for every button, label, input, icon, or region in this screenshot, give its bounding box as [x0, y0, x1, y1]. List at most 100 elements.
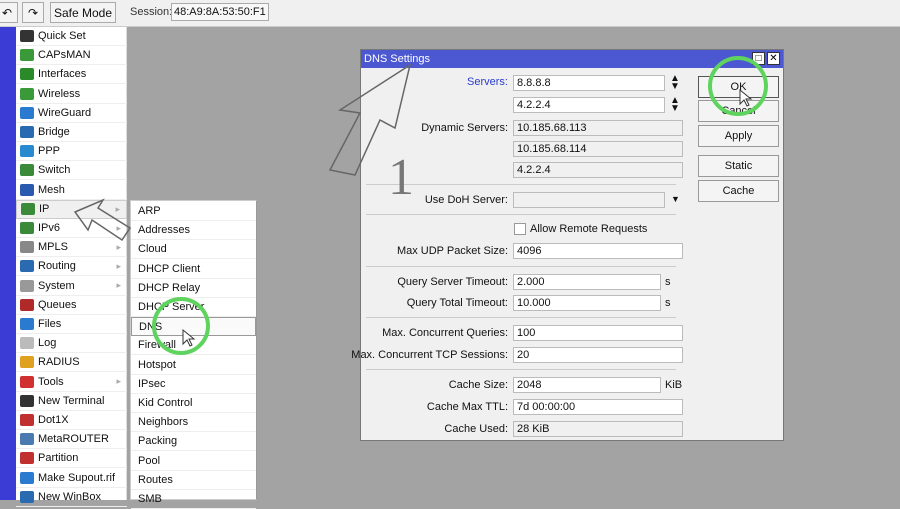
apply-button[interactable]: Apply: [698, 125, 779, 147]
menu-item-ipv6[interactable]: IPv6 ▸: [16, 219, 127, 238]
dropdown-icon[interactable]: ▼: [671, 194, 680, 204]
ok-button[interactable]: OK: [698, 76, 779, 98]
menu-item-quick-set[interactable]: Quick Set: [16, 27, 127, 46]
query-total-timeout-input[interactable]: 10.000: [513, 295, 661, 311]
dns-settings-dialog: DNS Settings □ ✕ Servers: 8.8.8.8 ▲ ▼ 4.2…: [351, 49, 784, 441]
menu-item-label: MetaROUTER: [38, 433, 109, 446]
menu-item-mpls[interactable]: MPLS ▸: [16, 238, 127, 258]
antenna-icon: [20, 49, 34, 62]
menu-item-files[interactable]: Files: [16, 315, 127, 334]
menu-item-metarouter[interactable]: MetaROUTER: [16, 430, 127, 450]
menu-item-label: Bridge: [38, 126, 70, 138]
menu-item-capsman[interactable]: CAPsMAN: [16, 46, 127, 66]
submenu-item-routes[interactable]: Routes: [131, 471, 256, 490]
query-server-timeout-label: Query Server Timeout:: [397, 276, 508, 288]
doh-label: Use DoH Server:: [424, 194, 508, 206]
menu-item-label: Wireless: [38, 87, 81, 100]
unit: KiB: [665, 379, 683, 391]
menu-item-ppp[interactable]: PPP: [16, 142, 127, 162]
menu-item-label: PPP: [38, 145, 61, 158]
menu-item-system[interactable]: System ▸: [16, 277, 127, 296]
query-server-timeout-input[interactable]: 2.000: [513, 274, 661, 290]
wireguard-icon: [20, 106, 34, 119]
session-value: 48:A9:8A:53:50:F1: [171, 3, 269, 21]
menu-item-switch[interactable]: Switch: [16, 161, 127, 181]
unit: s: [665, 297, 671, 309]
submenu-item-dhcp-relay[interactable]: DHCP Relay: [131, 279, 256, 298]
divider: [366, 317, 676, 318]
submenu-item-dns[interactable]: DNS: [131, 317, 256, 337]
routing-icon: [20, 260, 34, 273]
submenu-item-hotspot[interactable]: Hotspot: [131, 356, 256, 375]
menu-item-interfaces[interactable]: Interfaces: [16, 65, 127, 85]
safe-mode-button[interactable]: Safe Mode: [50, 2, 116, 23]
submenu-item-kid-control[interactable]: Kid Control: [131, 394, 256, 413]
menu-item-routing[interactable]: Routing ▸: [16, 257, 127, 277]
main-menu: Quick Set CAPsMAN Interfaces Wireless WireGu…: [16, 27, 127, 507]
submenu-item-cloud[interactable]: Cloud: [131, 240, 256, 260]
cache-button[interactable]: Cache: [698, 180, 779, 202]
server-input-2[interactable]: 4.2.2.4: [513, 97, 665, 113]
cache-size-label: Cache Size:: [448, 379, 508, 391]
menu-item-label: Files: [38, 318, 62, 330]
submenu-item-addresses[interactable]: Addresses: [131, 221, 256, 241]
static-button[interactable]: Static: [698, 155, 779, 177]
close-icon[interactable]: ✕: [767, 52, 780, 65]
submenu-item-ipsec[interactable]: IPsec: [131, 375, 256, 394]
cancel-button[interactable]: Cancel: [698, 100, 779, 122]
doh-server-select[interactable]: [513, 192, 665, 208]
dialog-titlebar[interactable]: DNS Settings □ ✕: [361, 50, 783, 68]
reorder-icon[interactable]: ▲ ▼: [670, 74, 680, 92]
maximize-icon[interactable]: □: [752, 52, 765, 65]
max-queries-input[interactable]: 100: [513, 325, 683, 341]
folder-icon: [20, 318, 34, 330]
menu-item-queues[interactable]: Queues: [16, 296, 127, 315]
submenu-item-pool[interactable]: Pool: [131, 452, 256, 471]
allow-remote-checkbox[interactable]: [514, 223, 526, 235]
submenu-item-arp[interactable]: ARP: [131, 202, 256, 221]
menu-item-label: CAPsMAN: [38, 49, 91, 62]
menu-item-label: MPLS: [38, 241, 68, 254]
menu-item-tools[interactable]: Tools ▸: [16, 373, 127, 392]
reorder-icon[interactable]: ▲ ▼: [670, 96, 680, 114]
udp-size-input[interactable]: 4096: [513, 243, 683, 259]
submenu-item-packing[interactable]: Packing: [131, 432, 256, 452]
dynamic-server-3: 4.2.2.4: [513, 162, 683, 178]
submenu-item-firewall[interactable]: Firewall: [131, 336, 256, 356]
submenu-item-dhcp-server[interactable]: DHCP Server: [131, 298, 256, 317]
menu-item-new-winbox[interactable]: New WinBox: [16, 488, 127, 507]
menu-item-ip[interactable]: IP ▸: [16, 199, 127, 219]
menu-item-partition[interactable]: Partition: [16, 449, 127, 469]
menu-item-wireless[interactable]: Wireless: [16, 85, 127, 104]
menu-item-make-supout-rif[interactable]: Make Supout.rif: [16, 469, 127, 488]
toolbar: ↶ ↷ Safe Mode Session: 48:A9:8A:53:50:F1: [0, 0, 900, 27]
submenu-item-neighbors[interactable]: Neighbors: [131, 413, 256, 433]
menu-item-wireguard[interactable]: WireGuard: [16, 104, 127, 123]
menu-item-new-terminal[interactable]: New Terminal: [16, 392, 127, 411]
menu-item-radius[interactable]: RADIUS: [16, 353, 127, 373]
menu-item-log[interactable]: Log: [16, 334, 127, 354]
redo-icon[interactable]: ↷: [22, 2, 44, 23]
wand-icon: [20, 30, 34, 42]
sidebar-strip: [0, 27, 16, 500]
menu-item-dot1x[interactable]: Dot1X: [16, 411, 127, 430]
undo-icon[interactable]: ↶: [0, 2, 18, 23]
server-input-1[interactable]: 8.8.8.8: [513, 75, 665, 91]
interfaces-icon: [20, 68, 34, 81]
menu-item-label: Queues: [38, 298, 77, 311]
submenu-item-dhcp-client[interactable]: DHCP Client: [131, 260, 256, 279]
menu-item-label: IPv6: [38, 222, 61, 234]
divider: [366, 266, 676, 267]
menu-item-label: Dot1X: [38, 414, 69, 426]
max-tcp-input[interactable]: 20: [513, 347, 683, 363]
switch-icon: [20, 164, 34, 177]
allow-remote-label: Allow Remote Requests: [530, 223, 648, 235]
servers-label: Servers:: [467, 76, 508, 88]
cache-ttl-input[interactable]: 7d 00:00:00: [513, 399, 683, 415]
divider: [366, 369, 676, 370]
menu-item-bridge[interactable]: Bridge: [16, 123, 127, 142]
menu-item-label: Quick Set: [38, 30, 86, 42]
menu-item-mesh[interactable]: Mesh: [16, 181, 127, 200]
cache-size-input[interactable]: 2048: [513, 377, 661, 393]
dynamic-servers-label: Dynamic Servers:: [421, 122, 508, 134]
